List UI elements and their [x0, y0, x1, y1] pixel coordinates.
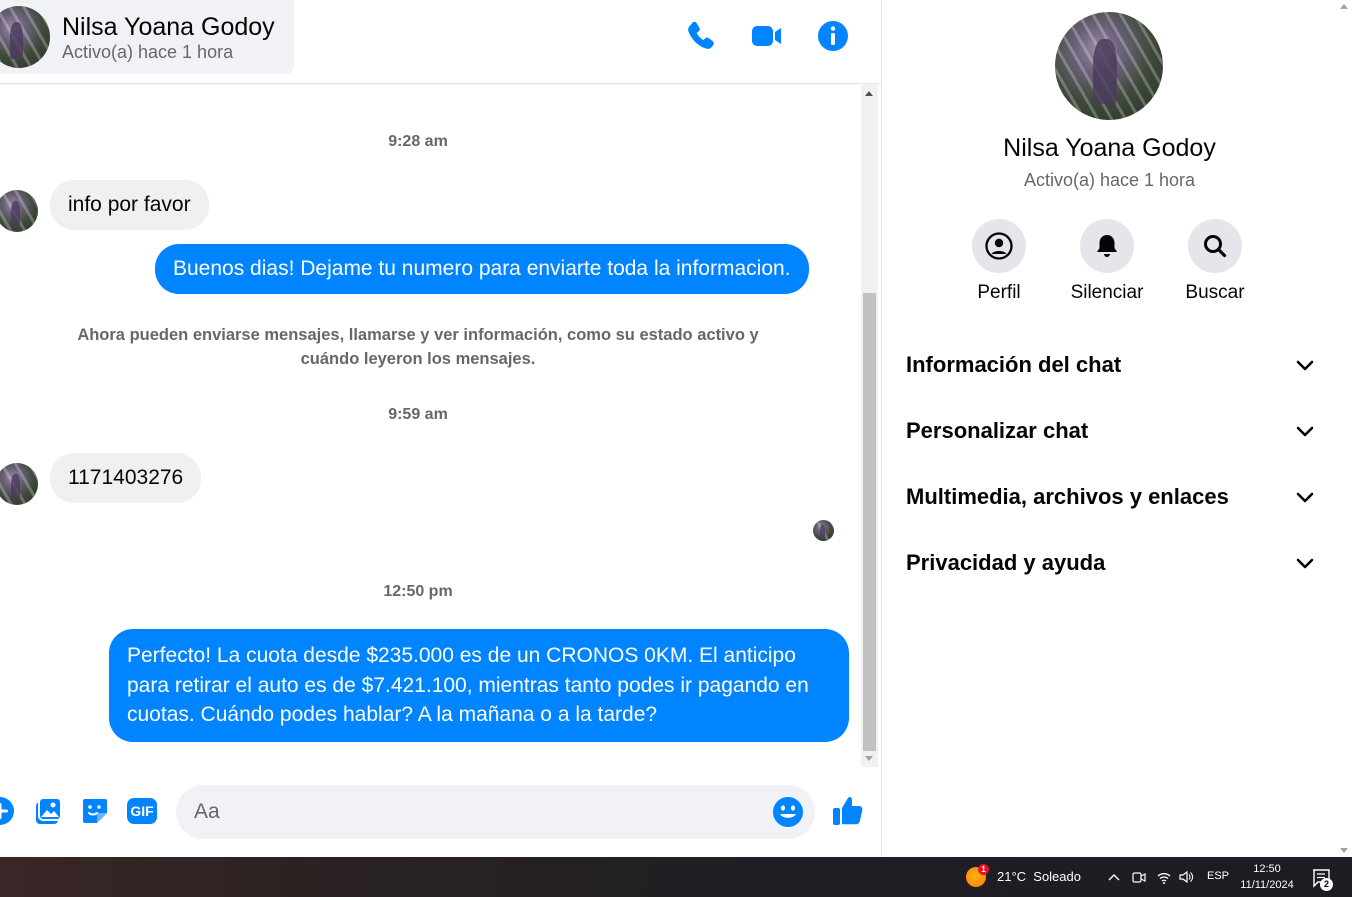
conversation-info-panel: Nilsa Yoana Godoy Activo(a) hace 1 hora …: [881, 0, 1336, 857]
outgoing-message[interactable]: Perfecto! La cuota desde $235.000 es de …: [109, 629, 849, 742]
section-media-files-links[interactable]: Multimedia, archivos y enlaces: [906, 472, 1316, 522]
section-label: Multimedia, archivos y enlaces: [906, 484, 1229, 509]
mute-button[interactable]: Silenciar: [1052, 219, 1162, 304]
chevron-up-icon[interactable]: [1106, 869, 1122, 885]
clock-date: 11/11/2024: [1240, 879, 1294, 891]
profile-button[interactable]: Perfil: [944, 219, 1054, 304]
clock-time: 12:50: [1253, 863, 1281, 875]
chat-header: Nilsa Yoana Godoy Activo(a) hace 1 hora: [0, 0, 881, 84]
chevron-down-icon: [1296, 426, 1314, 437]
weather-widget[interactable]: 21°C Soleado: [997, 869, 1081, 884]
message-scrollbar[interactable]: [861, 85, 878, 767]
video-camera-icon[interactable]: [749, 18, 785, 54]
chevron-down-icon: [1296, 360, 1314, 371]
section-chat-info[interactable]: Información del chat: [906, 340, 1316, 390]
language-indicator[interactable]: ESP: [1207, 870, 1229, 882]
plus-icon[interactable]: [0, 795, 16, 827]
info-icon[interactable]: [815, 18, 851, 54]
sticker-icon[interactable]: [79, 795, 111, 827]
notification-count: 2: [1320, 878, 1333, 891]
chevron-down-icon: [1296, 492, 1314, 503]
message-field[interactable]: [176, 785, 815, 839]
profile-icon: [985, 232, 1013, 260]
thumbs-up-icon[interactable]: [830, 793, 866, 829]
sender-avatar[interactable]: [0, 190, 38, 232]
photo-icon[interactable]: [32, 795, 64, 827]
meet-now-icon[interactable]: [1131, 869, 1147, 885]
windows-taskbar: 1 21°C Soleado ESP 12:50 11/11/2024 2: [0, 857, 1352, 897]
panel-contact-status: Activo(a) hace 1 hora: [1023, 170, 1196, 190]
page-scroll-down-arrow[interactable]: [1340, 848, 1348, 853]
profile-label: Perfil: [977, 282, 1021, 303]
bell-icon: [1097, 235, 1117, 257]
system-notice: Ahora pueden enviarse mensajes, llamarse…: [77, 326, 759, 368]
composer-bar: GIF: [0, 767, 881, 857]
section-label: Privacidad y ayuda: [906, 550, 1106, 575]
emoji-icon[interactable]: [771, 795, 805, 829]
chevron-down-icon: [1296, 558, 1314, 569]
wifi-icon[interactable]: [1156, 869, 1172, 885]
incoming-message[interactable]: 1171403276: [50, 453, 202, 503]
scroll-up-arrow[interactable]: [865, 91, 873, 96]
seen-indicator-avatar: [813, 520, 834, 541]
scroll-down-arrow[interactable]: [865, 756, 873, 761]
chat-window: Nilsa Yoana Godoy Activo(a) hace 1 hora …: [0, 0, 881, 857]
scrollbar-thumb[interactable]: [863, 293, 876, 751]
search-icon: [1204, 235, 1227, 258]
gif-label: GIF: [130, 803, 154, 819]
contact-status: Activo(a) hace 1 hora: [62, 42, 234, 62]
page-scrollbar[interactable]: [1336, 0, 1352, 857]
search-label: Buscar: [1185, 282, 1245, 303]
section-label: Información del chat: [906, 352, 1122, 377]
gif-icon[interactable]: GIF: [127, 798, 157, 824]
contact-name: Nilsa Yoana Godoy: [62, 13, 275, 41]
contact-avatar[interactable]: [0, 6, 50, 68]
contact-header-button[interactable]: Nilsa Yoana Godoy Activo(a) hace 1 hora: [0, 0, 294, 74]
mute-label: Silenciar: [1070, 282, 1144, 303]
weather-badge: 1: [978, 864, 989, 875]
panel-contact-name: Nilsa Yoana Godoy: [1003, 134, 1216, 162]
volume-icon[interactable]: [1178, 869, 1194, 885]
section-privacy-help[interactable]: Privacidad y ayuda: [906, 538, 1316, 588]
outgoing-message[interactable]: Buenos dias! Dejame tu numero para envia…: [155, 244, 809, 294]
phone-icon[interactable]: [683, 18, 719, 54]
timestamp: 12:50 pm: [383, 583, 453, 600]
message-list[interactable]: 9:28 am info por favor Buenos dias! Deja…: [0, 85, 862, 767]
page-scroll-up-arrow[interactable]: [1340, 4, 1348, 9]
timestamp: 9:59 am: [388, 406, 448, 423]
clock[interactable]: 12:50 11/11/2024: [1232, 861, 1302, 893]
incoming-message[interactable]: info por favor: [50, 180, 209, 230]
section-label: Personalizar chat: [906, 418, 1089, 443]
message-input[interactable]: [194, 785, 754, 839]
search-button[interactable]: Buscar: [1160, 219, 1270, 304]
timestamp: 9:28 am: [388, 133, 448, 150]
sender-avatar[interactable]: [0, 463, 38, 505]
section-customize-chat[interactable]: Personalizar chat: [906, 406, 1316, 456]
panel-avatar[interactable]: [1055, 12, 1163, 120]
